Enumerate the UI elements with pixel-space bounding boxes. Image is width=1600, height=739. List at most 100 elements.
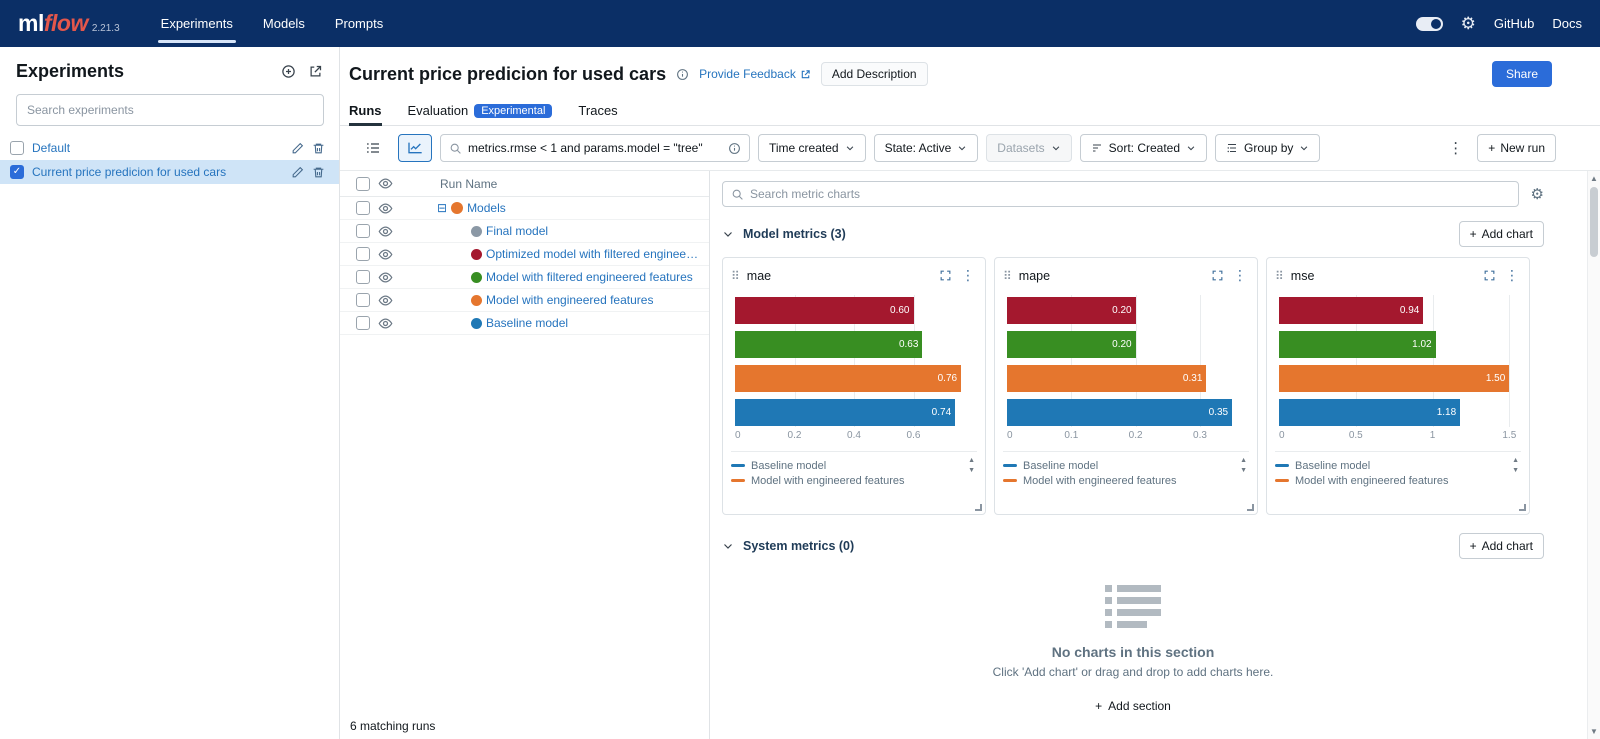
tab-traces[interactable]: Traces <box>578 96 617 125</box>
visibility-eye-icon[interactable] <box>378 316 393 331</box>
expand-chart-icon[interactable] <box>1211 269 1224 282</box>
edit-pencil-icon[interactable] <box>291 142 304 155</box>
nav-item-models[interactable]: Models <box>248 0 320 47</box>
legend-scroll-arrows[interactable]: ▲▼ <box>968 457 975 474</box>
bar-model-with-filtered-engineered-features[interactable]: 1.02 <box>1279 331 1436 358</box>
bar-model-with-engineered-features[interactable]: 1.50 <box>1279 365 1509 392</box>
chart-view-button[interactable] <box>398 134 432 162</box>
run-name-link[interactable]: Optimized model with filtered engineered… <box>486 247 701 261</box>
charts-settings-gear-icon[interactable]: ⚙ <box>1531 187 1544 202</box>
run-row-optimized-model-with-filtered-engineered-features[interactable]: Optimized model with filtered engineered… <box>340 243 709 266</box>
scrollbar-thumb[interactable] <box>1590 187 1598 257</box>
run-row-model-with-engineered-features[interactable]: Model with engineered features <box>340 289 709 312</box>
visibility-eye-icon[interactable] <box>378 201 393 216</box>
nav-item-prompts[interactable]: Prompts <box>320 0 398 47</box>
nav-docs-link[interactable]: Docs <box>1552 16 1582 31</box>
visibility-eye-icon[interactable] <box>378 270 393 285</box>
select-all-checkbox[interactable] <box>356 177 370 191</box>
runs-search-box[interactable] <box>440 134 750 162</box>
scroll-up-arrow[interactable]: ▲ <box>1590 174 1598 183</box>
run-checkbox[interactable] <box>356 270 370 284</box>
drag-handle-icon[interactable]: ⠿ <box>731 270 740 282</box>
visibility-eye-icon[interactable] <box>378 224 393 239</box>
nav-github-link[interactable]: GitHub <box>1494 16 1534 31</box>
chevron-down-icon[interactable] <box>722 228 734 240</box>
run-name-link[interactable]: Model with engineered features <box>486 293 653 307</box>
resize-handle[interactable] <box>1247 504 1254 511</box>
new-run-button[interactable]: + New run <box>1477 134 1556 162</box>
run-name-link[interactable]: Model with filtered engineered features <box>486 270 693 284</box>
expand-chart-icon[interactable] <box>939 269 952 282</box>
vertical-scrollbar[interactable]: ▲ ▼ <box>1587 171 1600 739</box>
run-row-model-with-filtered-engineered-features[interactable]: Model with filtered engineered features <box>340 266 709 289</box>
scroll-down-arrow[interactable]: ▼ <box>1590 727 1598 736</box>
experiment-info-icon[interactable] <box>676 68 689 81</box>
add-chart-button[interactable]: + Add chart <box>1459 533 1544 559</box>
popout-icon[interactable] <box>308 64 323 79</box>
bar-optimized-model-with-filtered-engineered-features[interactable]: 0.20 <box>1007 297 1136 324</box>
collapse-group-icon[interactable]: ⊟ <box>437 202 447 214</box>
bar-model-with-filtered-engineered-features[interactable]: 0.20 <box>1007 331 1136 358</box>
run-checkbox[interactable] <box>356 293 370 307</box>
legend-scroll-arrows[interactable]: ▲▼ <box>1240 457 1247 474</box>
add-section-button[interactable]: + Add section <box>722 685 1544 727</box>
tab-evaluation[interactable]: EvaluationExperimental <box>408 96 553 125</box>
experiment-item-current-price-predicion-for-used-cars[interactable]: Current price predicion for used cars <box>0 160 339 184</box>
filter-group-by[interactable]: Group by <box>1215 134 1320 162</box>
chart-menu-icon[interactable]: ⋮ <box>1503 267 1521 284</box>
toolbar-kebab-icon[interactable]: ⋮ <box>1442 139 1469 157</box>
drag-handle-icon[interactable]: ⠿ <box>1275 270 1284 282</box>
experiment-item-default[interactable]: Default <box>0 136 339 160</box>
bar-model-with-filtered-engineered-features[interactable]: 0.63 <box>735 331 922 358</box>
bar-model-with-engineered-features[interactable]: 0.76 <box>735 365 961 392</box>
bar-baseline-model[interactable]: 1.18 <box>1279 399 1460 426</box>
bar-baseline-model[interactable]: 0.35 <box>1007 399 1232 426</box>
resize-handle[interactable] <box>975 504 982 511</box>
bar-model-with-engineered-features[interactable]: 0.31 <box>1007 365 1206 392</box>
run-row-baseline-model[interactable]: Baseline model <box>340 312 709 335</box>
legend-scroll-arrows[interactable]: ▲▼ <box>1512 457 1519 474</box>
metric-charts-search-box[interactable] <box>722 181 1519 207</box>
run-name-link[interactable]: Models <box>467 201 506 215</box>
expand-chart-icon[interactable] <box>1483 269 1496 282</box>
runs-filter-input[interactable] <box>468 141 722 155</box>
experiment-name-link[interactable]: Default <box>32 141 283 155</box>
settings-gear-icon[interactable]: ⚙ <box>1461 15 1476 32</box>
theme-toggle[interactable] <box>1416 17 1443 31</box>
list-view-button[interactable] <box>356 134 390 162</box>
drag-handle-icon[interactable]: ⠿ <box>1003 270 1012 282</box>
edit-pencil-icon[interactable] <box>291 166 304 179</box>
mlflow-logo[interactable]: mlflow 2.21.3 <box>18 10 120 37</box>
provide-feedback-link[interactable]: Provide Feedback <box>699 67 811 81</box>
chart-menu-icon[interactable]: ⋮ <box>959 267 977 284</box>
run-name-link[interactable]: Final model <box>486 224 548 238</box>
filter-state-active[interactable]: State: Active <box>874 134 979 162</box>
filter-sort-created[interactable]: Sort: Created <box>1080 134 1207 162</box>
run-checkbox[interactable] <box>356 316 370 330</box>
bar-optimized-model-with-filtered-engineered-features[interactable]: 0.60 <box>735 297 914 324</box>
experiment-search-input[interactable] <box>16 94 324 126</box>
filter-datasets[interactable]: Datasets <box>986 134 1071 162</box>
experiment-checkbox[interactable] <box>10 141 24 155</box>
bar-optimized-model-with-filtered-engineered-features[interactable]: 0.94 <box>1279 297 1423 324</box>
toggle-all-visibility-eye-icon[interactable] <box>378 176 393 191</box>
run-checkbox[interactable] <box>356 247 370 261</box>
new-experiment-icon[interactable] <box>281 64 296 79</box>
resize-handle[interactable] <box>1519 504 1526 511</box>
delete-trash-icon[interactable] <box>312 142 325 155</box>
tab-runs[interactable]: Runs <box>349 96 382 125</box>
visibility-eye-icon[interactable] <box>378 293 393 308</box>
query-info-icon[interactable] <box>728 142 741 155</box>
run-row-final-model[interactable]: Final model <box>340 220 709 243</box>
visibility-eye-icon[interactable] <box>378 247 393 262</box>
filter-time-created[interactable]: Time created <box>758 134 866 162</box>
experiment-checkbox[interactable] <box>10 165 24 179</box>
bar-baseline-model[interactable]: 0.74 <box>735 399 955 426</box>
metric-charts-search-input[interactable] <box>750 187 1510 201</box>
experiment-name-link[interactable]: Current price predicion for used cars <box>32 165 283 179</box>
run-name-link[interactable]: Baseline model <box>486 316 568 330</box>
run-checkbox[interactable] <box>356 201 370 215</box>
run-row-models[interactable]: ⊟ Models <box>340 197 709 220</box>
nav-item-experiments[interactable]: Experiments <box>146 0 248 47</box>
add-chart-button[interactable]: + Add chart <box>1459 221 1544 247</box>
